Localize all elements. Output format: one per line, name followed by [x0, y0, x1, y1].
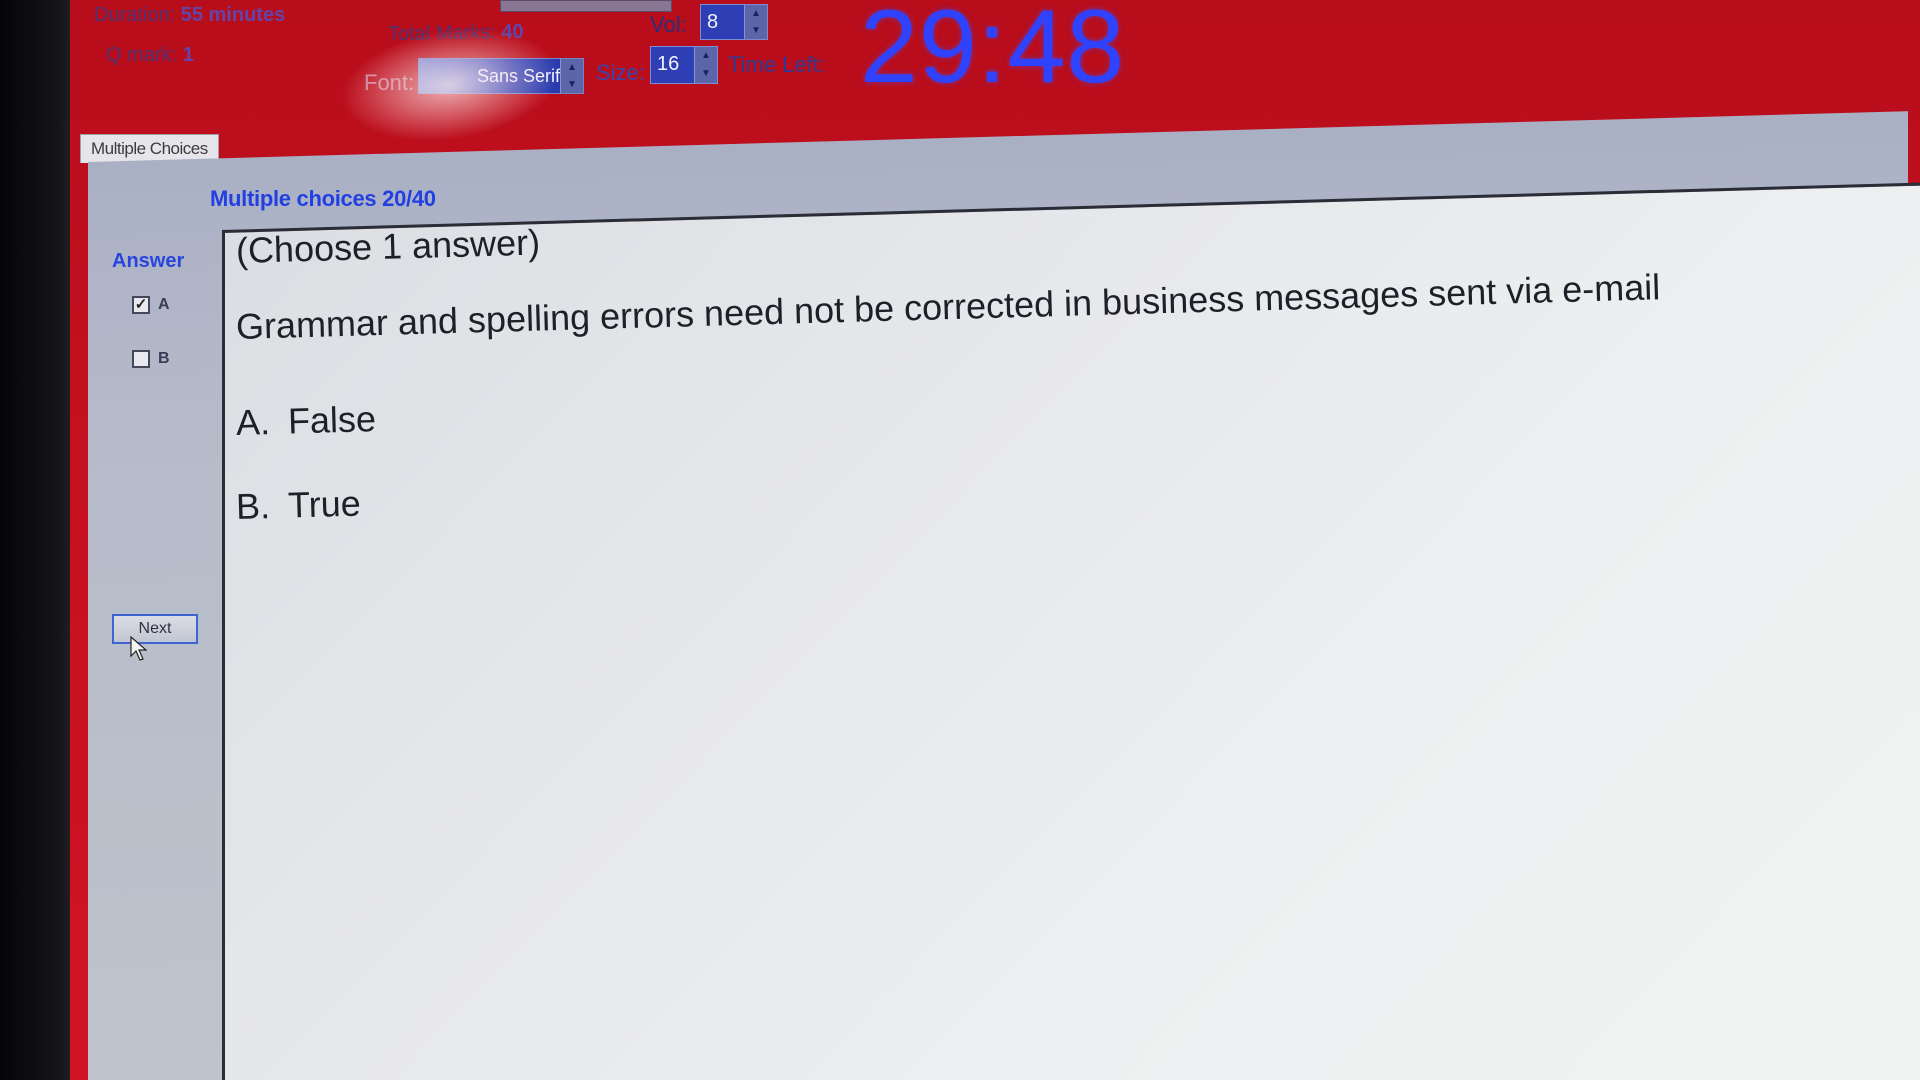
- answer-checkbox-a[interactable]: ✓ A: [132, 296, 170, 314]
- total-marks-label: Total Marks:: [387, 21, 496, 46]
- open-button[interactable]: [500, 0, 672, 12]
- volume-value: 8: [707, 11, 719, 33]
- duration-display: Duration: 55 minutes: [94, 4, 285, 27]
- question-instruction: (Choose 1 answer): [235, 221, 541, 271]
- total-marks-display: Total Marks: 40: [388, 21, 524, 46]
- total-marks-value: 40: [501, 20, 524, 44]
- checkbox-unchecked-icon[interactable]: [132, 350, 150, 368]
- qmark-label: Q mark:: [106, 44, 178, 66]
- countdown-timer: 29:48: [860, 0, 1126, 105]
- duration-value: 55 minutes: [180, 4, 286, 26]
- size-label: Size:: [596, 60, 645, 85]
- size-spinner-arrows-icon[interactable]: ▲ ▼: [694, 47, 717, 83]
- question-counter: Multiple choices 20/40: [210, 186, 436, 211]
- size-spinner[interactable]: 16 ▲ ▼: [650, 46, 718, 84]
- monitor-bezel: [0, 0, 70, 1080]
- option-b-letter: B.: [235, 485, 271, 527]
- option-a-letter: A.: [235, 401, 271, 443]
- qmark-value: 1: [182, 44, 194, 66]
- font-select[interactable]: Sans Serif ▲ ▼: [418, 58, 584, 94]
- option-b-text: True: [287, 482, 362, 526]
- font-label: Font:: [364, 70, 415, 95]
- duration-label: Duration:: [94, 4, 176, 26]
- next-button[interactable]: Next: [112, 614, 198, 644]
- spinner-arrows-icon[interactable]: ▲ ▼: [744, 5, 767, 39]
- answer-letter-b: B: [158, 350, 170, 367]
- question-mark-display: Q mark: 1: [106, 44, 194, 67]
- answer-label: Answer: [112, 250, 185, 272]
- mouse-cursor-icon: [130, 636, 148, 661]
- screen: Duration: 55 minutes Q mark: 1 Total Mar…: [0, 0, 1920, 1080]
- size-value: 16: [657, 53, 680, 75]
- font-spinner-arrows-icon[interactable]: ▲ ▼: [560, 59, 583, 93]
- font-value: Sans Serif: [477, 66, 561, 86]
- answer-letter-a: A: [158, 296, 170, 313]
- option-a-text: False: [287, 398, 377, 442]
- volume-spinner[interactable]: 8 ▲ ▼: [700, 4, 768, 40]
- time-left-label: Time Left:: [728, 52, 825, 77]
- option-a: A. False: [235, 398, 376, 444]
- option-b: B. True: [235, 483, 361, 528]
- checkbox-checked-icon[interactable]: ✓: [132, 296, 150, 314]
- volume-label: Vol:: [650, 12, 687, 37]
- answer-checkbox-b[interactable]: B: [132, 350, 170, 368]
